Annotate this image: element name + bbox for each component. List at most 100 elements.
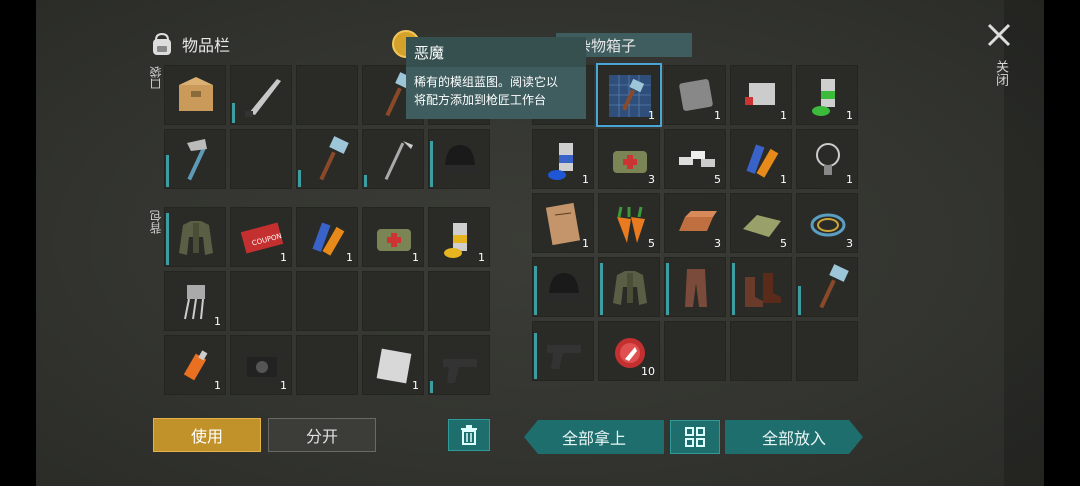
- trash-icon: [461, 425, 477, 445]
- chest-slot[interactable]: 1: [730, 65, 792, 125]
- backpack-slot[interactable]: 1: [230, 335, 292, 395]
- item-quantity: 1: [582, 173, 589, 186]
- sort-grid-button[interactable]: [670, 420, 720, 454]
- beanie-icon: [444, 145, 476, 173]
- item-quantity: 1: [214, 379, 221, 392]
- item-quantity: 1: [412, 251, 419, 264]
- chest-slot[interactable]: [730, 257, 792, 317]
- backpack-slot[interactable]: [362, 271, 424, 331]
- item-quantity: 1: [280, 251, 287, 264]
- chest-slot[interactable]: [796, 257, 858, 317]
- chest-slot[interactable]: 5: [730, 193, 792, 253]
- item-quantity: 1: [214, 315, 221, 328]
- inventory-title: 物品栏: [182, 36, 231, 55]
- beanie-icon: [548, 273, 580, 301]
- chest-slot[interactable]: 1: [532, 193, 594, 253]
- item-quantity: 1: [412, 379, 419, 392]
- backpack-slot[interactable]: [428, 271, 490, 331]
- item-quantity: 10: [641, 365, 655, 378]
- pocket-slot[interactable]: [164, 129, 226, 189]
- chest-slot[interactable]: 1: [532, 129, 594, 189]
- close-icon[interactable]: [986, 22, 1012, 48]
- chest-slot[interactable]: [598, 257, 660, 317]
- put-all-button[interactable]: 全部放入: [725, 420, 863, 454]
- pocket-slot[interactable]: [230, 65, 292, 125]
- durability-bar: [534, 266, 537, 315]
- item-quantity: 3: [714, 237, 721, 250]
- close-label[interactable]: 关闭: [991, 60, 1010, 86]
- backpack-slot[interactable]: [296, 271, 358, 331]
- chest-slot[interactable]: 10: [598, 321, 660, 381]
- sledgehammer-icon: [819, 264, 849, 309]
- chest-slot[interactable]: 3: [598, 129, 660, 189]
- inventory-header: 物品栏: [148, 30, 230, 58]
- item-quantity: 1: [780, 109, 787, 122]
- backpack-slot[interactable]: [164, 207, 226, 267]
- sledgehammer-icon: [319, 136, 349, 181]
- durability-bar: [430, 141, 433, 187]
- item-quantity: 1: [478, 251, 485, 264]
- chest-slot[interactable]: [532, 257, 594, 317]
- grid-icon: [685, 427, 705, 447]
- item-quantity: 5: [648, 237, 655, 250]
- take-all-button[interactable]: 全部拿上: [524, 420, 664, 454]
- backpack-slot[interactable]: 1: [362, 335, 424, 395]
- cardboard-box-icon: [179, 77, 213, 111]
- backpack-label: 背包: [149, 210, 163, 234]
- chest-slot[interactable]: [796, 321, 858, 381]
- durability-bar: [430, 381, 433, 393]
- durability-bar: [364, 175, 367, 187]
- chest-slot[interactable]: 1: [664, 65, 726, 125]
- trash-button[interactable]: [448, 419, 490, 451]
- chest-slot[interactable]: 1: [596, 63, 662, 127]
- chest-slot[interactable]: 1: [730, 129, 792, 189]
- item-tooltip: 恶魔 稀有的模组蓝图。阅读它以 将配方添加到枪匠工作台: [406, 37, 586, 119]
- hatchet-icon: [187, 139, 207, 181]
- chest-slot[interactable]: 5: [598, 193, 660, 253]
- item-quantity: 1: [714, 109, 721, 122]
- jacket-icon: [613, 271, 647, 305]
- backpack-slot[interactable]: 1: [164, 335, 226, 395]
- item-quantity: 5: [780, 237, 787, 250]
- pocket-slot[interactable]: [296, 129, 358, 189]
- pocket-slot[interactable]: [362, 129, 424, 189]
- hoe-icon: [384, 141, 413, 180]
- item-quantity: 1: [582, 237, 589, 250]
- chest-slot[interactable]: 1: [796, 65, 858, 125]
- chest-slot[interactable]: [532, 321, 594, 381]
- backpack-slot[interactable]: [428, 335, 490, 395]
- tooltip-line-2: 将配方添加到枪匠工作台: [414, 93, 547, 107]
- durability-bar: [232, 103, 235, 123]
- backpack-slot[interactable]: COUPON 1: [230, 207, 292, 267]
- pocket-slot[interactable]: [428, 129, 490, 189]
- pistol-icon: [443, 359, 477, 383]
- backpack-slot[interactable]: [230, 271, 292, 331]
- split-button[interactable]: 分开: [268, 418, 376, 452]
- pocket-slot[interactable]: [230, 129, 292, 189]
- use-button[interactable]: 使用: [153, 418, 261, 452]
- backpack-slot[interactable]: 1: [296, 207, 358, 267]
- item-quantity: 1: [846, 173, 853, 186]
- item-quantity: 5: [714, 173, 721, 186]
- chest-slot[interactable]: 5: [664, 129, 726, 189]
- backpack-icon: [153, 32, 171, 55]
- chest-slot[interactable]: 1: [796, 129, 858, 189]
- tooltip-description: 稀有的模组蓝图。阅读它以 将配方添加到枪匠工作台: [406, 67, 586, 115]
- durability-bar: [732, 263, 735, 315]
- chest-slot[interactable]: 3: [664, 193, 726, 253]
- chest-slot[interactable]: [664, 257, 726, 317]
- backpack-slot[interactable]: [296, 335, 358, 395]
- durability-bar: [600, 263, 603, 315]
- pocket-slot[interactable]: [296, 65, 358, 125]
- item-quantity: 1: [346, 251, 353, 264]
- backpack-slot[interactable]: 1: [428, 207, 490, 267]
- chest-slot[interactable]: [730, 321, 792, 381]
- backpack-slot[interactable]: 1: [164, 271, 226, 331]
- item-quantity: 1: [280, 379, 287, 392]
- backpack-slot[interactable]: 1: [362, 207, 424, 267]
- chest-slot[interactable]: [664, 321, 726, 381]
- chest-slot[interactable]: 3: [796, 193, 858, 253]
- item-quantity: 3: [846, 237, 853, 250]
- pocket-slot[interactable]: [164, 65, 226, 125]
- item-quantity: 1: [648, 109, 655, 122]
